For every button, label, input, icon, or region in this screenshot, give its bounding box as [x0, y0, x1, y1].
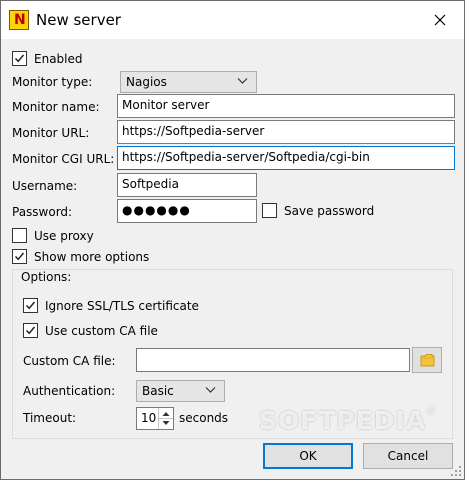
authentication-label: Authentication: [23, 384, 116, 398]
timeout-spinbox[interactable]: 10 [136, 407, 174, 430]
use-custom-ca-checkbox[interactable] [23, 323, 38, 338]
checkmark-icon [25, 301, 36, 310]
username-label: Username: [12, 179, 78, 193]
authentication-value: Basic [142, 384, 174, 398]
custom-ca-file-input[interactable] [136, 348, 410, 372]
enabled-checkbox[interactable] [12, 51, 27, 66]
folder-icon [420, 354, 435, 367]
monitor-cgi-url-input[interactable]: https://Softpedia-server/Softpedia/cgi-b… [117, 146, 455, 170]
ignore-ssl-label: Ignore SSL/TLS certificate [45, 299, 199, 313]
watermark-text: SOFTPEDIA [259, 406, 427, 435]
use-proxy-label: Use proxy [34, 229, 94, 243]
softpedia-watermark: SOFTPEDIA® [259, 406, 438, 435]
app-icon: N [9, 10, 29, 30]
show-more-options-label: Show more options [34, 250, 150, 264]
title-bar[interactable]: N New server [1, 1, 464, 39]
custom-ca-file-label: Custom CA file: [23, 354, 116, 368]
window-title: New server [36, 11, 121, 29]
monitor-name-label: Monitor name: [12, 100, 100, 114]
options-group-label: Options: [19, 270, 74, 284]
enabled-label: Enabled [34, 52, 83, 66]
save-password-checkbox[interactable] [262, 203, 277, 218]
resize-grip-icon[interactable] [450, 465, 462, 477]
close-icon[interactable] [417, 1, 463, 39]
browse-button[interactable] [412, 347, 442, 373]
checkmark-icon [14, 54, 25, 63]
password-input[interactable]: ●●●●●● [117, 199, 257, 223]
checkmark-icon [14, 252, 25, 261]
ignore-ssl-checkbox[interactable] [23, 298, 38, 313]
timeout-unit: seconds [179, 411, 229, 425]
chevron-down-icon [237, 78, 248, 84]
monitor-name-input[interactable]: Monitor server [117, 94, 455, 118]
new-server-dialog: N New server Enabled Monitor type: Nagio… [0, 0, 465, 480]
authentication-select[interactable]: Basic [136, 380, 225, 402]
checkmark-icon [25, 326, 36, 335]
monitor-type-label: Monitor type: [12, 75, 93, 89]
monitor-type-value: Nagios [126, 75, 167, 89]
ok-button[interactable]: OK [263, 443, 353, 469]
use-proxy-checkbox[interactable] [12, 228, 27, 243]
monitor-type-select[interactable]: Nagios [120, 71, 257, 93]
cancel-button[interactable]: Cancel [363, 443, 453, 469]
monitor-cgi-url-label: Monitor CGI URL: [12, 152, 115, 166]
use-custom-ca-label: Use custom CA file [45, 324, 158, 338]
show-more-options-checkbox[interactable] [12, 249, 27, 264]
timeout-value: 10 [141, 411, 157, 425]
chevron-down-icon [205, 387, 216, 393]
spin-arrows-icon[interactable] [158, 408, 173, 429]
password-label: Password: [12, 205, 73, 219]
timeout-label: Timeout: [23, 411, 77, 425]
monitor-url-input[interactable]: https://Softpedia-server [117, 120, 455, 144]
save-password-label: Save password [284, 204, 375, 218]
username-input[interactable]: Softpedia [117, 173, 257, 197]
monitor-url-label: Monitor URL: [12, 126, 90, 140]
